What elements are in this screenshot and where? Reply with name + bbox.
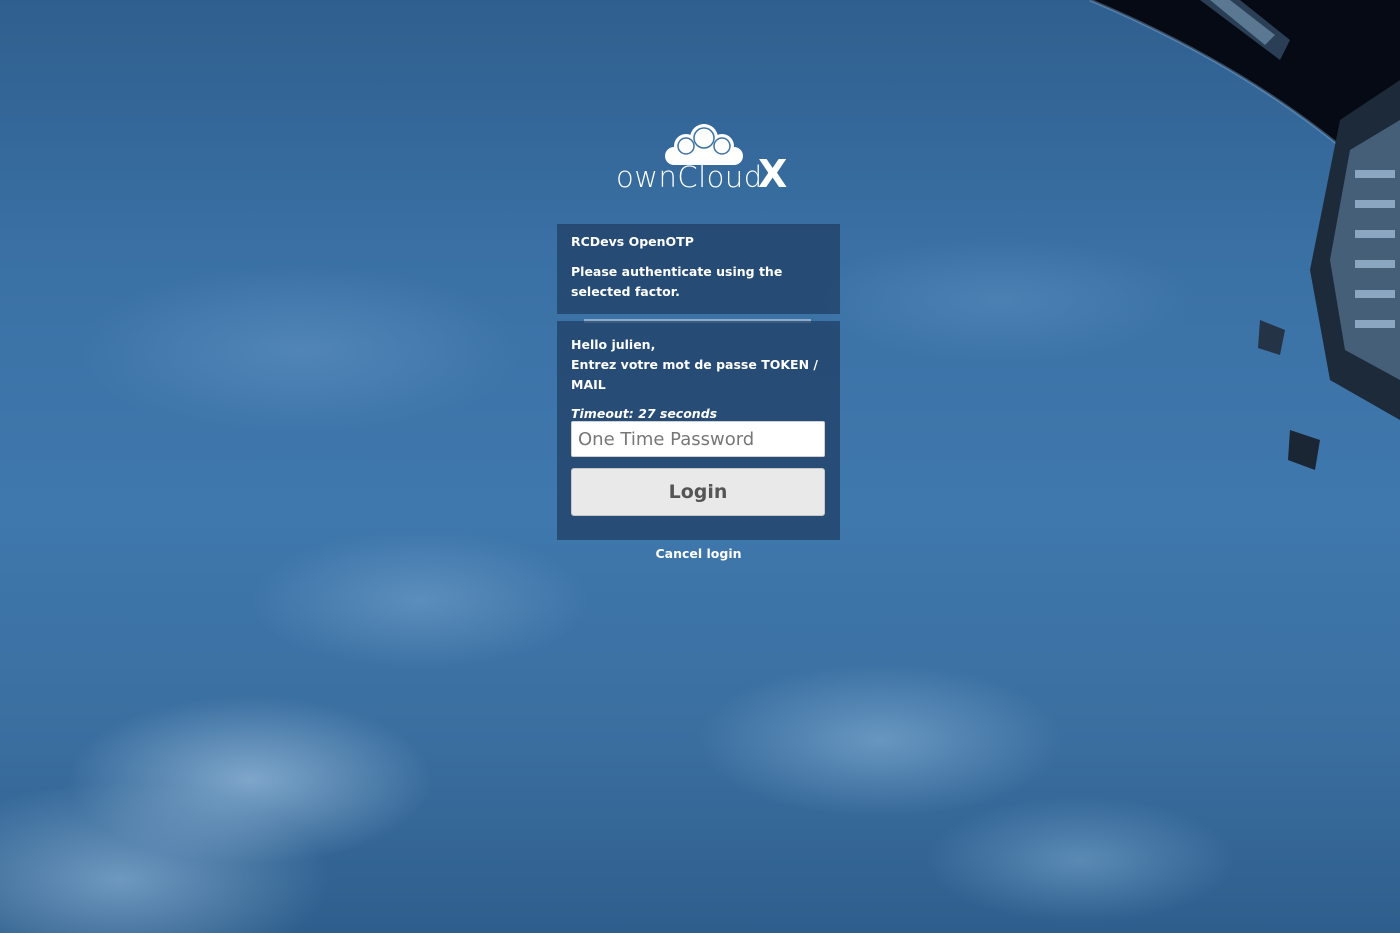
openotp-header-panel: RCDevs OpenOTP Please authenticate using… — [557, 224, 840, 314]
logo-suffix: X — [758, 152, 788, 196]
greeting-text: Hello julien, — [571, 337, 656, 352]
owncloud-logo: ownCloud X — [612, 118, 792, 196]
satellite-image — [1200, 0, 1400, 470]
panel-title: RCDevs OpenOTP — [571, 234, 694, 249]
otp-password-input[interactable] — [571, 421, 825, 457]
cancel-login-link[interactable]: Cancel login — [557, 546, 840, 561]
prompt-text: Entrez votre mot de passe TOKEN / MAIL — [571, 357, 818, 392]
login-button[interactable]: Login — [571, 468, 825, 516]
otp-form-panel: Hello julien, Entrez votre mot de passe … — [557, 321, 840, 540]
logo-text: ownCloud — [616, 160, 763, 194]
panel-message: Please authenticate using the selected f… — [571, 264, 783, 299]
